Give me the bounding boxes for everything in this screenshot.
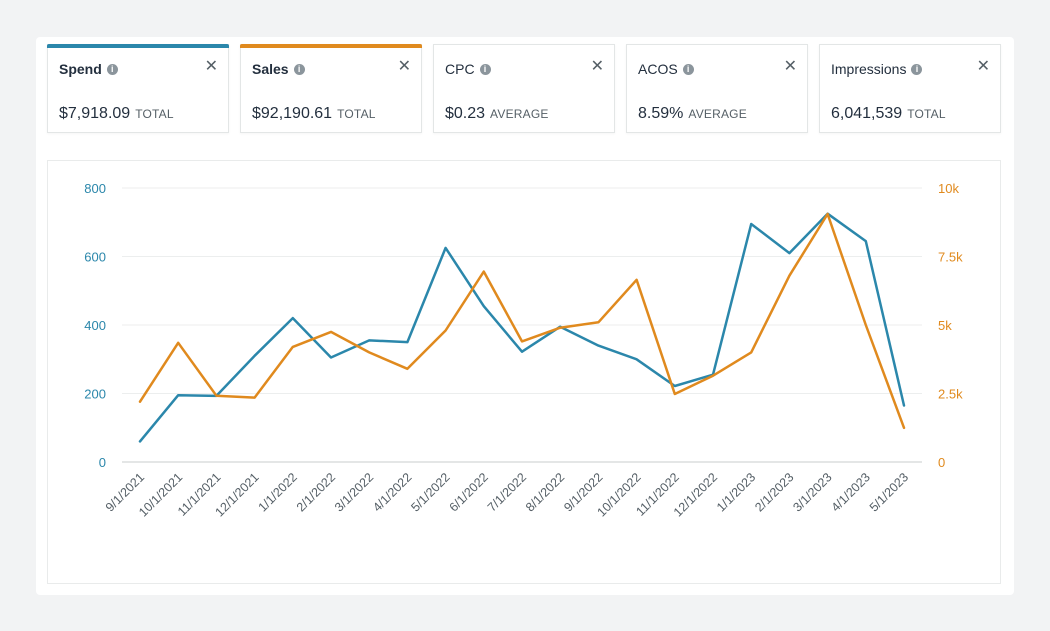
y-left-tick-label: 200 xyxy=(84,387,106,402)
x-tick-label: 8/1/2022 xyxy=(523,470,567,514)
x-tick-label: 4/1/2022 xyxy=(370,470,414,514)
x-tick-label: 1/1/2023 xyxy=(714,470,758,514)
x-tick-label: 5/1/2023 xyxy=(867,470,911,514)
y-left-tick-label: 800 xyxy=(84,181,106,196)
series-line-spend xyxy=(138,212,906,443)
x-tick-label: 4/1/2023 xyxy=(829,470,873,514)
y-left-tick-label: 600 xyxy=(84,250,106,265)
x-tick-label: 1/1/2022 xyxy=(256,470,300,514)
x-tick-label: 5/1/2022 xyxy=(408,470,452,514)
y-right-tick-label: 5k xyxy=(938,318,952,333)
y-right-tick-label: 7.5k xyxy=(938,250,963,265)
y-right-tick-label: 2.5k xyxy=(938,387,963,402)
x-tick-label: 2/1/2022 xyxy=(294,470,338,514)
line-chart: 020040060080002.5k5k7.5k10k9/1/202110/1/… xyxy=(84,181,963,519)
y-right-tick-label: 0 xyxy=(938,455,945,470)
y-left-tick-label: 400 xyxy=(84,318,106,333)
y-right-tick-label: 10k xyxy=(938,181,959,196)
x-tick-label: 3/1/2022 xyxy=(332,470,376,514)
y-left-tick-label: 0 xyxy=(99,455,106,470)
x-tick-label: 7/1/2022 xyxy=(485,470,529,514)
x-tick-label: 2/1/2023 xyxy=(752,470,796,514)
series-line-sales xyxy=(138,212,906,430)
x-tick-label: 6/1/2022 xyxy=(447,470,491,514)
x-tick-label: 3/1/2023 xyxy=(790,470,834,514)
